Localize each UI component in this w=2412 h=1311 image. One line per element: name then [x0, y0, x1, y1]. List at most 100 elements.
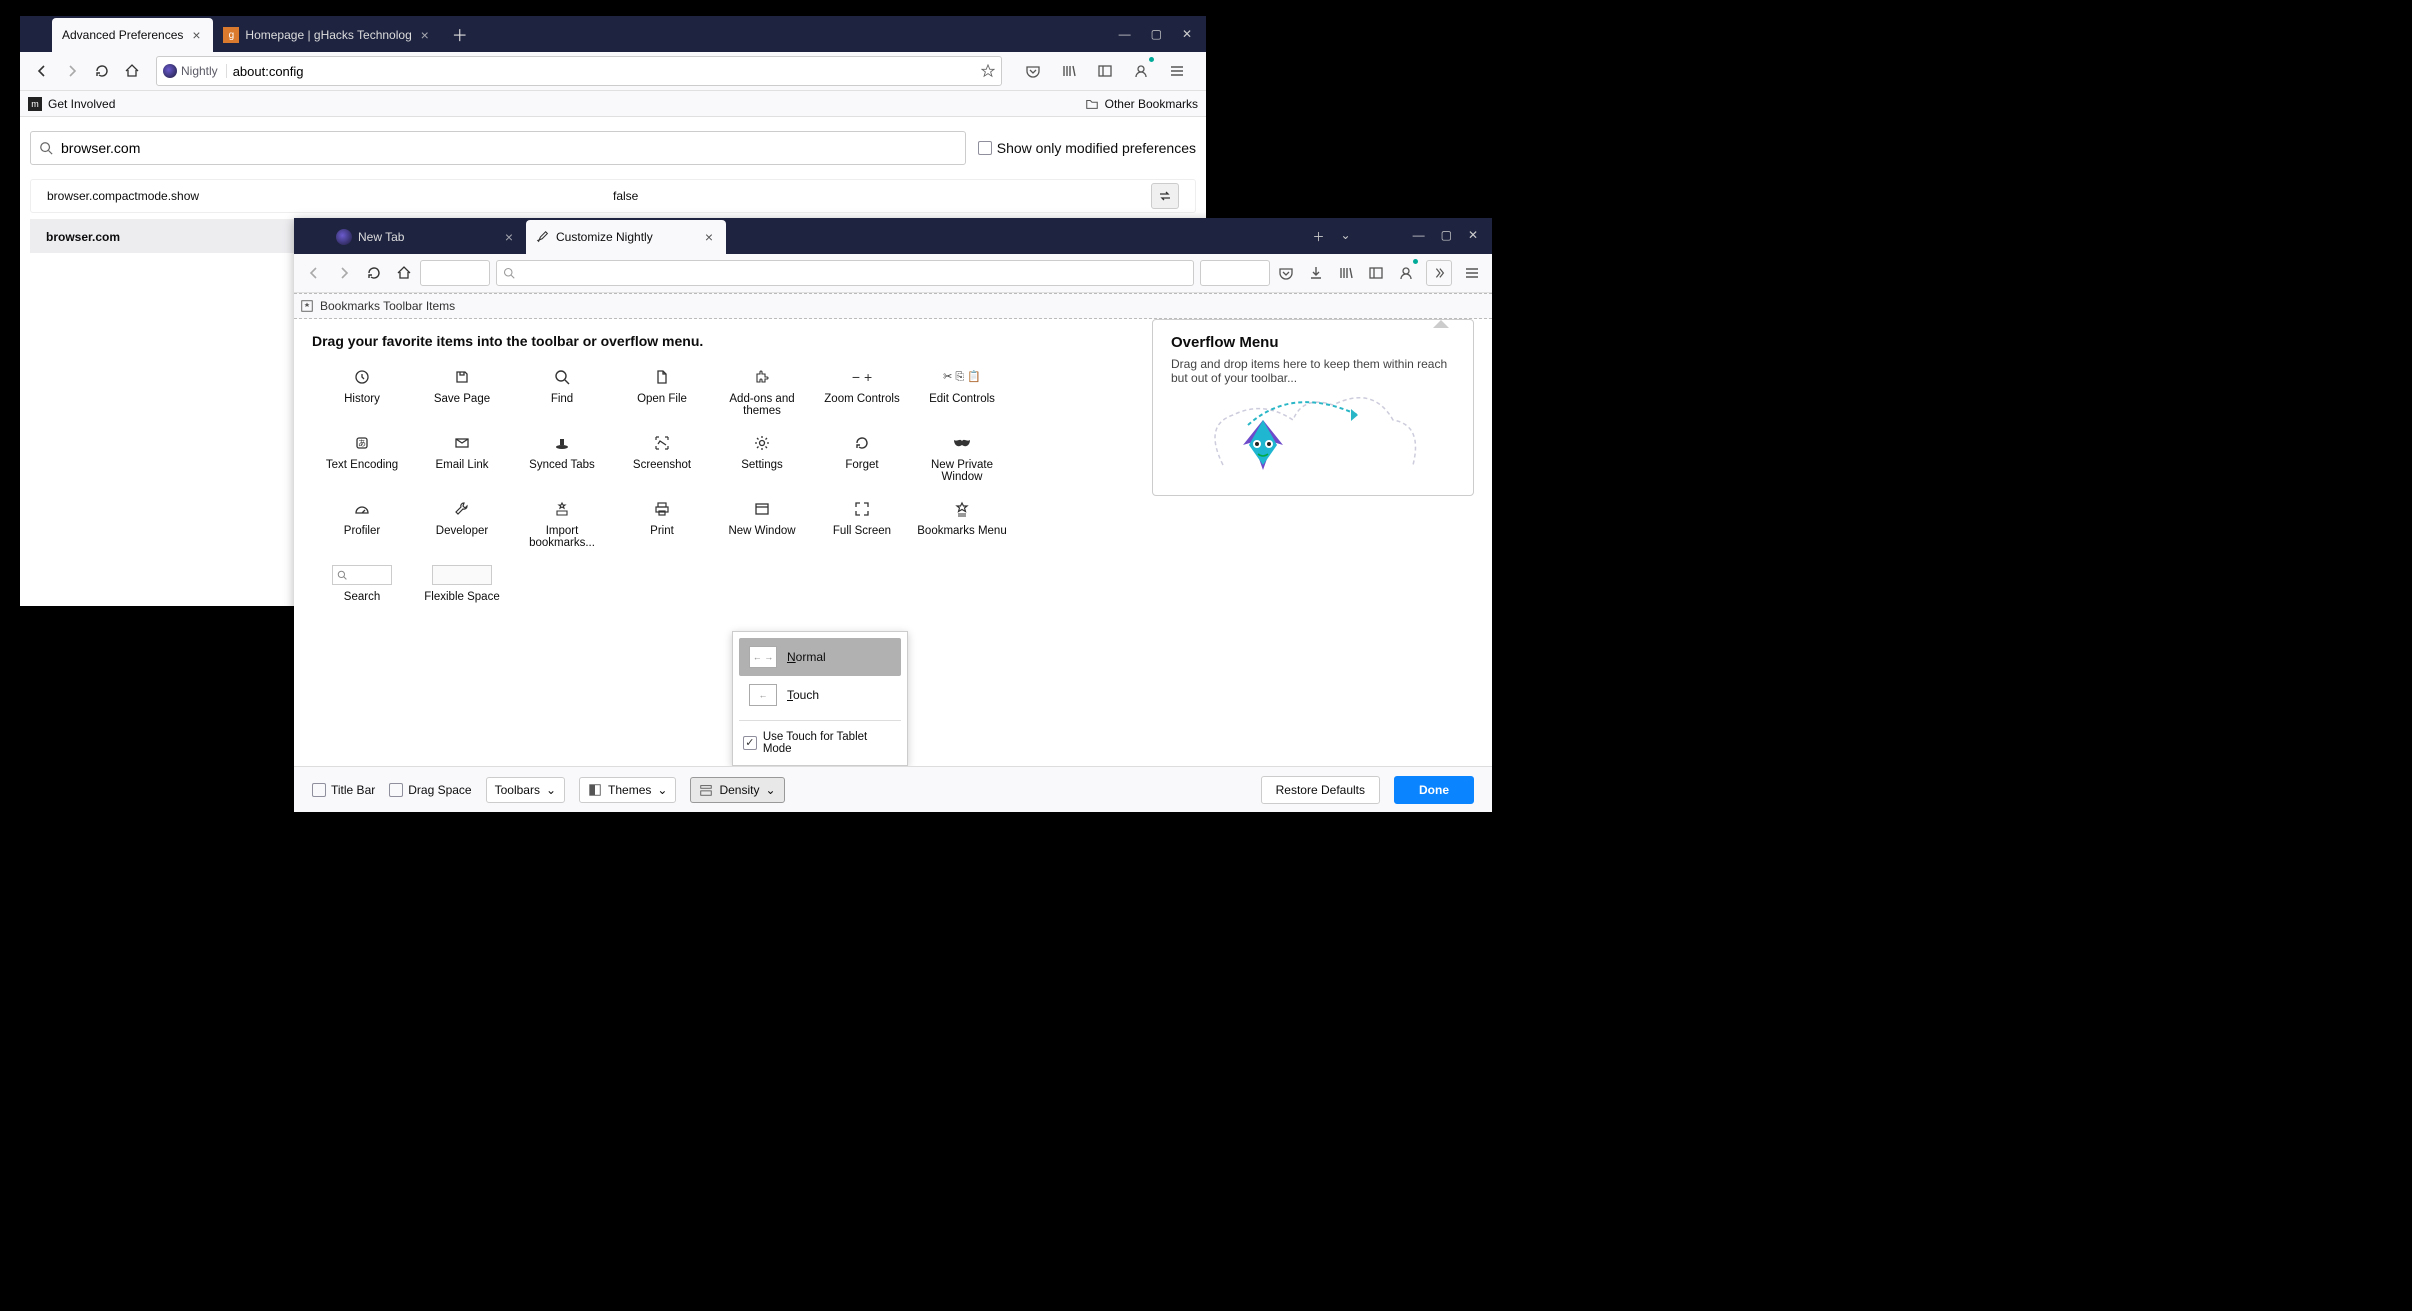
item-search[interactable]: Search: [312, 561, 412, 607]
bookmark-star-icon[interactable]: [981, 64, 995, 78]
close-icon[interactable]: ×: [418, 28, 432, 42]
sidebar-icon[interactable]: [1090, 57, 1120, 85]
forward-button[interactable]: [330, 259, 358, 287]
bookmarks-toolbar: m Get Involved Other Bookmarks: [20, 91, 1206, 117]
forward-button[interactable]: [58, 57, 86, 85]
mask-icon: [953, 433, 971, 453]
item-flexible-space[interactable]: Flexible Space: [412, 561, 512, 607]
close-icon[interactable]: ×: [702, 230, 716, 244]
item-private-window[interactable]: New Private Window: [912, 429, 1012, 487]
home-button[interactable]: [118, 57, 146, 85]
url-bar[interactable]: [496, 260, 1194, 286]
pocket-icon[interactable]: [1272, 259, 1300, 287]
placeholder-box[interactable]: [420, 260, 490, 286]
pocket-icon[interactable]: [1018, 57, 1048, 85]
item-save-page[interactable]: Save Page: [412, 363, 512, 421]
tab-customize[interactable]: Customize Nightly ×: [526, 220, 726, 254]
item-edit[interactable]: ✂ ⎘ 📋Edit Controls: [912, 363, 1012, 421]
item-synced-tabs[interactable]: Synced Tabs: [512, 429, 612, 487]
reload-button[interactable]: [360, 259, 388, 287]
tab-new-tab[interactable]: New Tab ×: [326, 220, 526, 254]
item-email-link[interactable]: Email Link: [412, 429, 512, 487]
item-bookmarks-menu[interactable]: Bookmarks Menu: [912, 495, 1012, 553]
tab-dropdown-icon[interactable]: ⌄: [1341, 228, 1351, 245]
checkbox-icon: [312, 783, 326, 797]
pref-row[interactable]: browser.compactmode.show false: [30, 179, 1196, 213]
done-button[interactable]: Done: [1394, 776, 1474, 804]
show-modified-label: Show only modified preferences: [997, 140, 1196, 156]
maximize-icon[interactable]: ▢: [1151, 27, 1162, 41]
back-button[interactable]: [300, 259, 328, 287]
dragspace-checkbox[interactable]: Drag Space: [389, 783, 471, 797]
overflow-button[interactable]: [1426, 260, 1452, 286]
show-modified-checkbox[interactable]: Show only modified preferences: [978, 140, 1196, 156]
tab-label: Advanced Preferences: [62, 28, 183, 42]
maximize-icon[interactable]: ▢: [1441, 228, 1452, 245]
item-history[interactable]: History: [312, 363, 412, 421]
restore-defaults-button[interactable]: Restore Defaults: [1261, 776, 1380, 804]
item-find[interactable]: Find: [512, 363, 612, 421]
library-icon[interactable]: [1332, 259, 1360, 287]
item-developer[interactable]: Developer: [412, 495, 512, 553]
item-fullscreen[interactable]: Full Screen: [812, 495, 912, 553]
item-zoom[interactable]: − +Zoom Controls: [812, 363, 912, 421]
config-search[interactable]: [30, 131, 966, 165]
overflow-panel[interactable]: Overflow Menu Drag and drop items here t…: [1152, 319, 1474, 496]
new-tab-button[interactable]: ＋: [442, 22, 478, 46]
account-icon[interactable]: [1392, 259, 1420, 287]
density-dropdown[interactable]: Density ⌄: [690, 777, 784, 803]
sidebar-icon[interactable]: [1362, 259, 1390, 287]
item-open-file[interactable]: Open File: [612, 363, 712, 421]
themes-dropdown[interactable]: Themes ⌄: [579, 777, 676, 803]
account-icon[interactable]: [1126, 57, 1156, 85]
downloads-icon[interactable]: [1302, 259, 1330, 287]
menu-icon[interactable]: [1162, 57, 1192, 85]
pref-name: browser.compactmode.show: [47, 189, 613, 203]
tab-label: Homepage | gHacks Technolog: [245, 28, 411, 42]
close-icon[interactable]: ×: [189, 28, 203, 42]
url-input[interactable]: [233, 64, 975, 79]
minimize-icon[interactable]: —: [1413, 228, 1425, 245]
item-forget[interactable]: Forget: [812, 429, 912, 487]
tab-advanced-preferences[interactable]: Advanced Preferences ×: [52, 18, 213, 52]
item-addons[interactable]: Add-ons and themes: [712, 363, 812, 421]
minimize-icon[interactable]: —: [1119, 27, 1131, 41]
home-button[interactable]: [390, 259, 418, 287]
bookmark-item[interactable]: Get Involved: [48, 97, 115, 111]
close-icon[interactable]: ×: [502, 230, 516, 244]
titlebar-label: Title Bar: [331, 783, 375, 797]
config-search-input[interactable]: [61, 140, 957, 156]
bookmarks-toolbar-label: Bookmarks Toolbar Items: [320, 299, 455, 313]
identity-box[interactable]: Nightly: [163, 64, 227, 78]
item-import-bookmarks[interactable]: Import bookmarks...: [512, 495, 612, 553]
toggle-button[interactable]: [1151, 183, 1179, 209]
close-icon[interactable]: ✕: [1468, 228, 1478, 245]
menu-icon[interactable]: [1458, 259, 1486, 287]
item-screenshot[interactable]: Screenshot: [612, 429, 712, 487]
titlebar-checkbox[interactable]: Title Bar: [312, 783, 375, 797]
item-text-encoding[interactable]: あText Encoding: [312, 429, 412, 487]
other-bookmarks[interactable]: Other Bookmarks: [1105, 97, 1198, 111]
toolbars-dropdown[interactable]: Toolbars ⌄: [486, 777, 565, 803]
back-button[interactable]: [28, 57, 56, 85]
url-bar[interactable]: Nightly: [156, 56, 1002, 86]
density-option-touch[interactable]: ← Touch: [739, 676, 901, 714]
tablet-mode-label: Use Touch for Tablet Mode: [763, 731, 897, 755]
encoding-icon: あ: [354, 433, 370, 453]
density-option-normal[interactable]: ← → Normal: [739, 638, 901, 676]
reload-button[interactable]: [88, 57, 116, 85]
search-icon: [554, 367, 570, 387]
search-box-mini: [332, 565, 392, 585]
tablet-mode-checkbox[interactable]: Use Touch for Tablet Mode: [739, 720, 901, 759]
svg-text:あ: あ: [358, 439, 366, 448]
library-icon[interactable]: [1054, 57, 1084, 85]
item-profiler[interactable]: Profiler: [312, 495, 412, 553]
bookmarks-toolbar-items[interactable]: Bookmarks Toolbar Items: [294, 293, 1492, 319]
item-new-window[interactable]: New Window: [712, 495, 812, 553]
placeholder-box[interactable]: [1200, 260, 1270, 286]
new-tab-button[interactable]: ＋: [1313, 228, 1325, 245]
close-icon[interactable]: ✕: [1182, 27, 1192, 41]
tab-ghacks[interactable]: g Homepage | gHacks Technolog ×: [213, 18, 441, 52]
item-print[interactable]: Print: [612, 495, 712, 553]
item-settings[interactable]: Settings: [712, 429, 812, 487]
